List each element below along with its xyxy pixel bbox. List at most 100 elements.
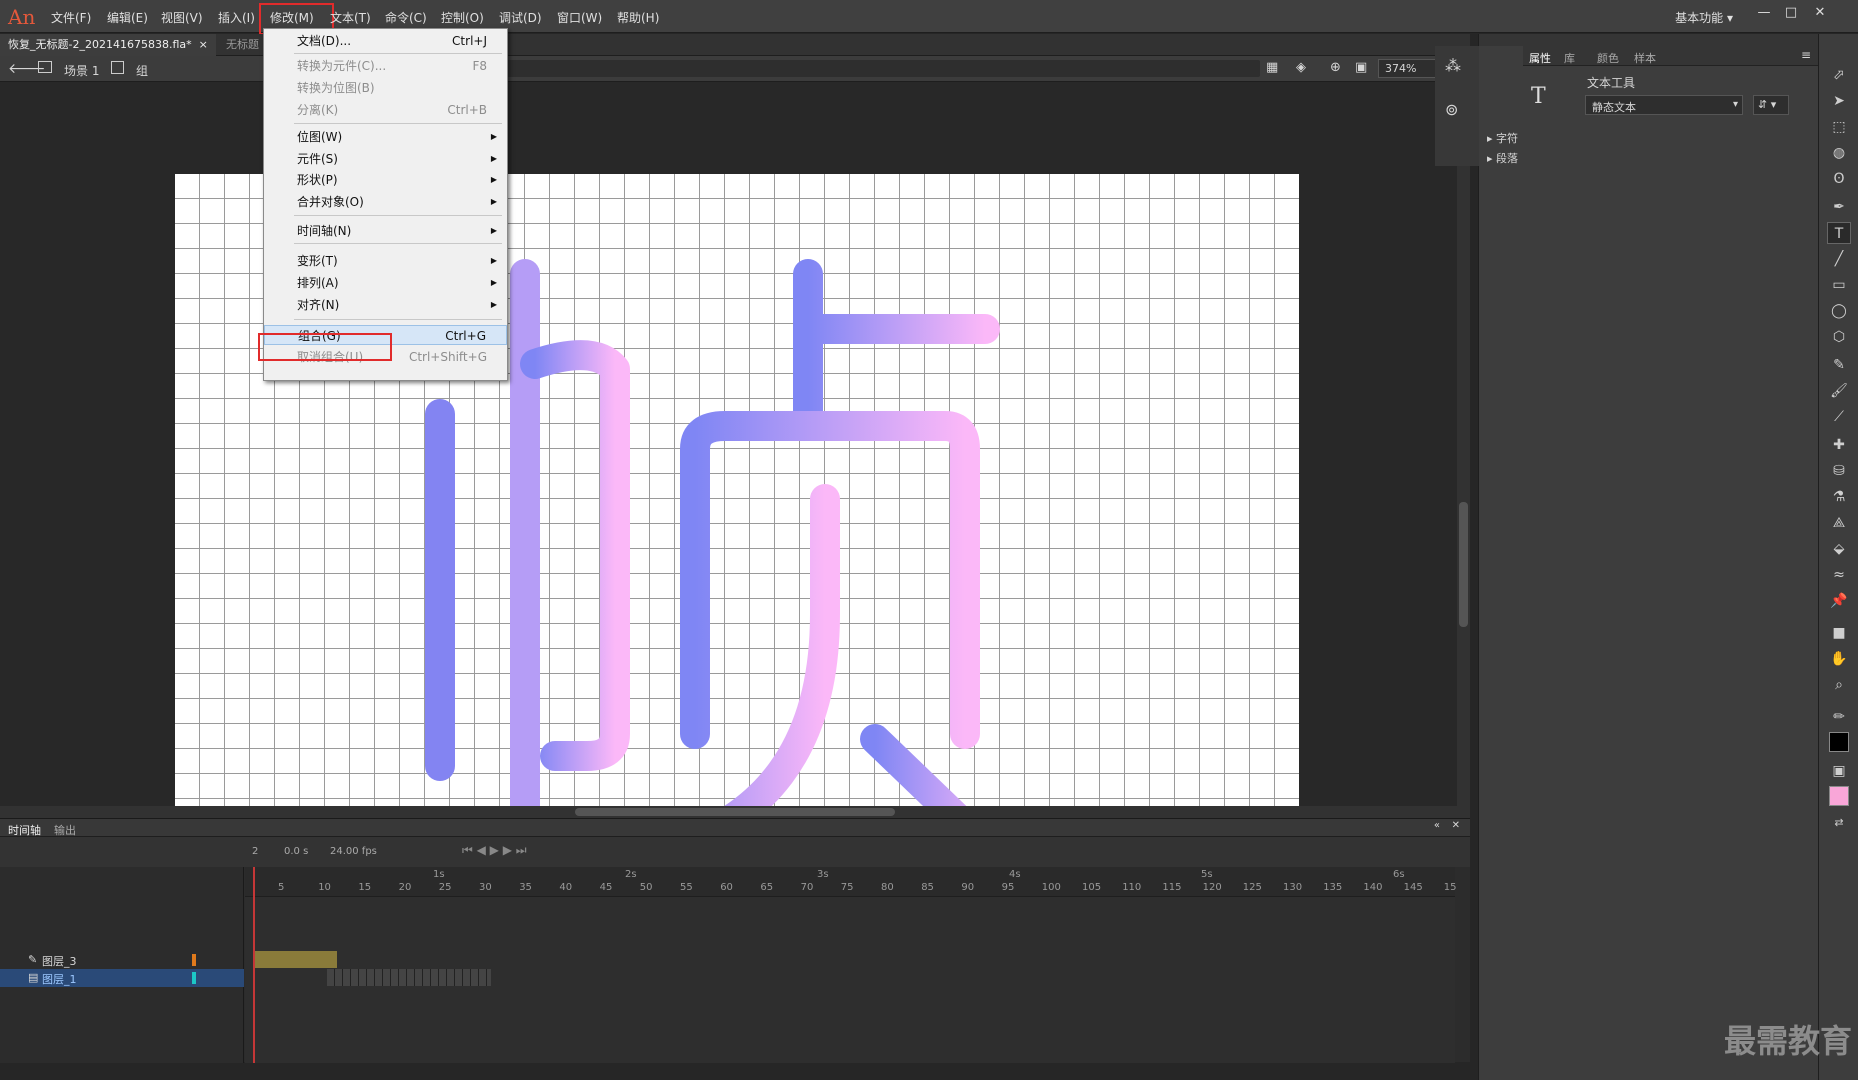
bone-tool-icon[interactable]: ✚ xyxy=(1827,434,1851,456)
frame-ruler[interactable]: 5 10 15 20 25 30 35 40 45 50 55 60 65 70 75 80 85 90 95 100… xyxy=(245,867,1457,897)
lasso-icon[interactable]: ʘ xyxy=(1827,168,1851,190)
frame-tick-label: 30 xyxy=(479,882,492,893)
paint-bucket-icon[interactable]: ⛁ xyxy=(1827,460,1851,482)
frame-tick-label: 105 xyxy=(1082,882,1102,893)
ink-bottle-icon[interactable]: ⚗ xyxy=(1827,486,1851,508)
clapper-icon[interactable]: ▦ xyxy=(1266,60,1278,75)
free-transform-icon[interactable]: ⬚ xyxy=(1827,116,1851,138)
menu-file[interactable]: 文件(F) xyxy=(51,9,91,26)
brush-icon[interactable]: 🖌 xyxy=(1827,380,1851,402)
tab-output[interactable]: 输出 xyxy=(54,822,76,838)
layer-row[interactable]: ▤ 图层_1 xyxy=(0,969,244,987)
menu-edit[interactable]: 编辑(E) xyxy=(107,9,148,26)
camera-icon[interactable]: ◈ xyxy=(1296,60,1306,75)
maximize-icon[interactable]: □ xyxy=(1779,4,1803,22)
oval-tool-icon[interactable]: ◯ xyxy=(1827,300,1851,322)
section-character[interactable]: ▸ 字符 xyxy=(1487,130,1518,146)
group-label[interactable]: 组 xyxy=(136,62,148,79)
center-stage-icon[interactable]: ⊕ xyxy=(1330,60,1341,75)
scene-label[interactable]: 场景 1 xyxy=(64,62,99,79)
width-tool-icon[interactable]: ≈ xyxy=(1827,564,1851,586)
tab-color[interactable]: 颜色 xyxy=(1597,50,1619,66)
polystar-tool-icon[interactable]: ⬡ xyxy=(1827,326,1851,348)
menu-item-combine-objects[interactable]: 合并对象(O) ▶ xyxy=(264,192,507,212)
paint-brush-icon[interactable]: ⟋ xyxy=(1827,406,1851,428)
line-tool-icon[interactable]: ╱ xyxy=(1827,248,1851,270)
menu-control[interactable]: 控制(O) xyxy=(441,9,484,26)
menu-help[interactable]: 帮助(H) xyxy=(617,9,659,26)
menu-text[interactable]: 文本(T) xyxy=(330,9,371,26)
text-direction-select[interactable]: ⇵ ▾ xyxy=(1753,95,1789,115)
layer-color-swatch xyxy=(192,972,196,984)
3d-rotation-icon[interactable]: ◍ xyxy=(1827,142,1851,164)
tab-library[interactable]: 库 xyxy=(1564,50,1575,66)
tools-panel: ⬀ ➤ ⬚ ◍ ʘ ✒ T ╱ ▭ ◯ ⬡ ✎ 🖌 ⟋ ✚ ⛁ ⚗ ⟁ ⬙ ≈ … xyxy=(1818,34,1858,1080)
menu-item-bitmap[interactable]: 位图(W) ▶ xyxy=(264,127,507,147)
camera-icon[interactable]: ■ xyxy=(1827,622,1851,644)
playhead[interactable] xyxy=(253,867,255,1063)
menu-item-timeline[interactable]: 时间轴(N) ▶ xyxy=(264,221,507,241)
pin-icon[interactable]: 📌 xyxy=(1827,590,1851,612)
close-panel-icon[interactable]: ✕ xyxy=(1452,820,1460,831)
modify-dropdown-menu: 文档(D)... Ctrl+J 转换为元件(C)... F8 转换为位图(B) 分离… xyxy=(263,28,508,381)
menu-item-symbol[interactable]: 元件(S) ▶ xyxy=(264,149,507,169)
doc-tab-active[interactable]: 恢复_无标题-2_202141675838.fla* × xyxy=(0,34,216,56)
minimize-icon[interactable]: — xyxy=(1752,4,1776,22)
text-tool-icon[interactable]: T xyxy=(1827,222,1851,244)
menu-commands[interactable]: 命令(C) xyxy=(385,9,427,26)
workspace-switcher[interactable]: 基本功能 ▾ xyxy=(1675,9,1733,26)
clip-icon[interactable]: ▣ xyxy=(1355,60,1367,75)
stroke-left-sweep xyxy=(723,484,840,806)
selection-tool-icon[interactable]: ⬀ xyxy=(1827,64,1851,86)
menu-debug[interactable]: 调试(D) xyxy=(499,9,542,26)
frame-tick-label: 65 xyxy=(760,882,774,893)
playback-controls-icon[interactable]: ⏮ ◀ ▶ ▶ ⏭ xyxy=(462,843,527,858)
text-type-select[interactable]: 静态文本 ▾ xyxy=(1585,95,1743,115)
pen-icon[interactable]: ✒ xyxy=(1827,196,1851,218)
frame-tick-label: 40 xyxy=(559,882,573,893)
menu-item-shape[interactable]: 形状(P) ▶ xyxy=(264,170,507,190)
cc-libraries-icon[interactable]: ⊚ xyxy=(1445,100,1458,119)
close-window-icon[interactable]: ✕ xyxy=(1808,4,1832,22)
stage-vertical-scrollbar[interactable] xyxy=(1457,82,1470,806)
keyframe-span[interactable] xyxy=(253,951,337,968)
section-paragraph[interactable]: ▸ 段落 xyxy=(1487,150,1518,166)
rectangle-tool-icon[interactable]: ▭ xyxy=(1827,274,1851,296)
frame-tick-label: 50 xyxy=(639,882,653,893)
eyedropper-icon[interactable]: ⟁ xyxy=(1827,512,1851,534)
menu-item-align[interactable]: 对齐(N) ▶ xyxy=(264,295,507,315)
collapse-panel-icon[interactable]: « xyxy=(1434,820,1440,831)
fill-color-icon[interactable]: ▣ xyxy=(1827,760,1851,782)
menu-item-break-apart: 分离(K) Ctrl+B xyxy=(297,103,487,117)
close-tab-icon[interactable]: × xyxy=(199,38,208,51)
frame-rate: 24.00 fps xyxy=(330,846,377,857)
panel-menu-icon[interactable]: ≡ xyxy=(1801,48,1811,62)
frame-tick-label: 25 xyxy=(438,882,452,893)
stroke-color-icon[interactable]: ✏ xyxy=(1827,706,1851,728)
keyframe-span[interactable] xyxy=(327,969,491,986)
menu-item-transform[interactable]: 变形(T) ▶ xyxy=(264,251,507,271)
eraser-icon[interactable]: ⬙ xyxy=(1827,538,1851,560)
hand-tool-icon[interactable]: ✋ xyxy=(1827,648,1851,670)
tab-swatches[interactable]: 样本 xyxy=(1634,50,1656,66)
menu-view[interactable]: 视图(V) xyxy=(161,9,203,26)
properties-panel: 属性 库 颜色 样本 ≡ T 文本工具 静态文本 ▾ ⇵ ▾ ▸ 字符 ▸ 段落… xyxy=(1435,34,1819,1080)
menu-item-document[interactable]: 文档(D)... Ctrl+J xyxy=(264,31,507,51)
menu-window[interactable]: 窗口(W) xyxy=(557,9,602,26)
zoom-tool-icon[interactable]: ⌕ xyxy=(1827,674,1851,696)
pencil-icon[interactable]: ✎ xyxy=(1827,354,1851,376)
fill-color-swatch[interactable] xyxy=(1829,786,1849,806)
layer-row[interactable]: ✎ 图层_3 xyxy=(0,951,244,969)
frame-grid[interactable]: 5 10 15 20 25 30 35 40 45 50 55 60 65 70 75 80 85 90 95 100… xyxy=(245,867,1457,1063)
second-tick-label: 4s xyxy=(1009,869,1021,880)
doc-tab-2[interactable]: 无标题 xyxy=(218,34,267,56)
menu-insert[interactable]: 插入(I) xyxy=(218,9,255,26)
stroke-color-swatch[interactable] xyxy=(1829,732,1849,752)
swap-colors-icon[interactable]: ⇄ xyxy=(1827,812,1851,834)
tab-timeline[interactable]: 时间轴 xyxy=(8,822,41,838)
stage-horizontal-scrollbar[interactable] xyxy=(0,806,1470,818)
subselection-tool-icon[interactable]: ➤ xyxy=(1827,90,1851,112)
tab-properties[interactable]: 属性 xyxy=(1529,50,1551,66)
motion-presets-icon[interactable]: ⁂ xyxy=(1445,56,1461,75)
menu-item-arrange[interactable]: 排列(A) ▶ xyxy=(264,273,507,293)
